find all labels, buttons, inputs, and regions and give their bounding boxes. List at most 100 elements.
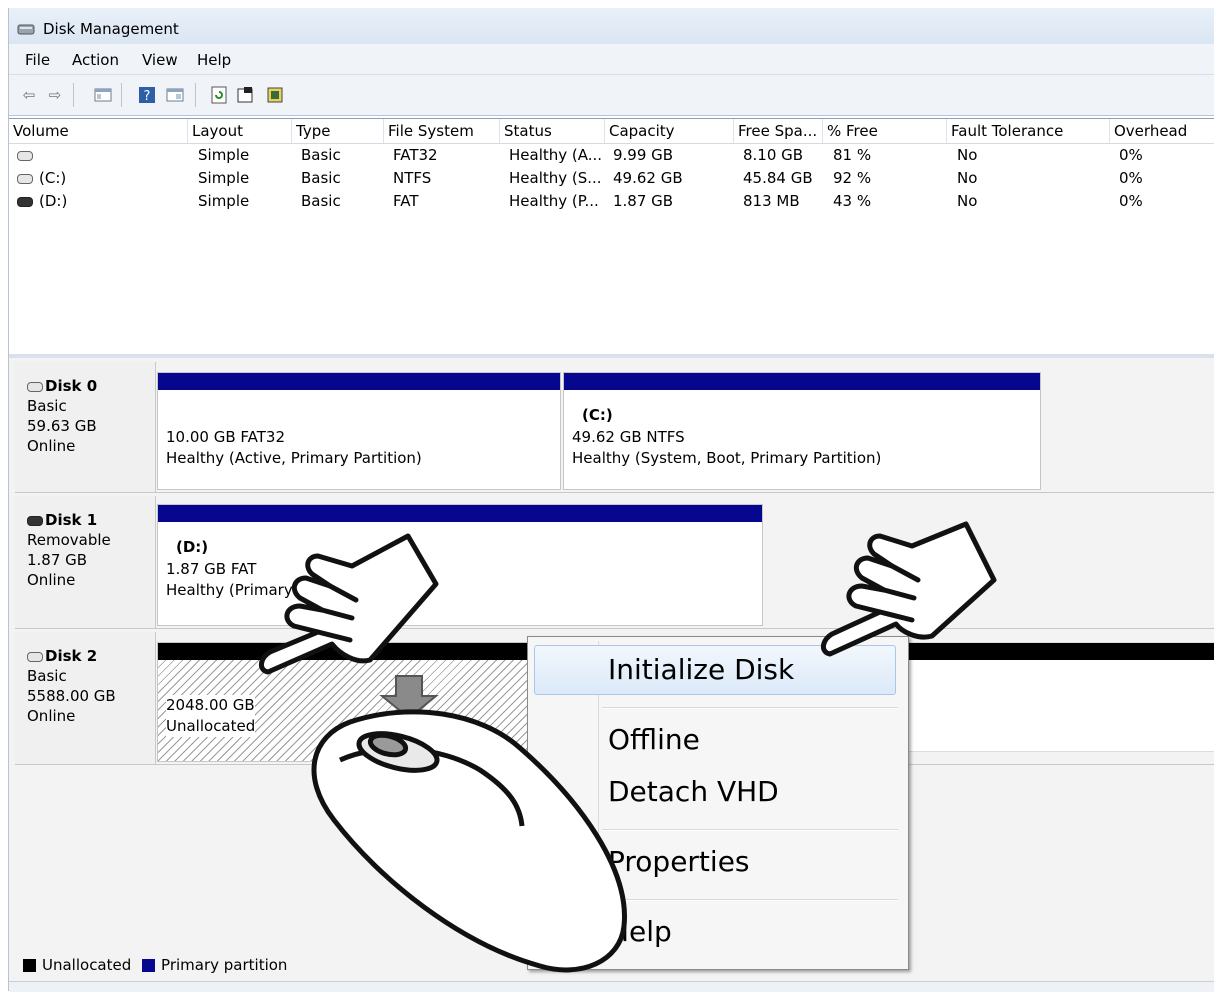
pct-free-cell: 92 %	[833, 169, 872, 187]
help-icon[interactable]: ?	[137, 85, 157, 105]
drive-icon	[17, 150, 33, 161]
col-fault-tolerance[interactable]: Fault Tolerance	[947, 119, 1110, 143]
layout-cell: Simple	[198, 169, 250, 187]
disk-2-kind: Basic	[27, 667, 67, 685]
disk-2-size: 5588.00 GB	[27, 687, 116, 705]
disk-1-name: Disk 1	[15, 496, 155, 530]
console-tree-icon[interactable]	[93, 85, 113, 105]
partition-disk1-d[interactable]: (D:) 1.87 GB FAT Healthy (Primary P	[157, 504, 763, 626]
drive-icon	[17, 173, 33, 184]
primary-swatch	[142, 959, 156, 972]
menu-file[interactable]: File	[25, 51, 50, 69]
volume-cell: (C:)	[17, 167, 66, 190]
disk-1-row: Disk 1 Removable 1.87 GB Online (D:) 1.8…	[15, 496, 1214, 629]
fs-cell: FAT	[393, 192, 419, 210]
partition-disk0-fat32[interactable]: 10.00 GB FAT32 Healthy (Active, Primary …	[157, 372, 561, 490]
snap-in-icon[interactable]	[265, 85, 285, 105]
partition-status: Unallocated	[166, 716, 256, 737]
menu-item-detach-vhd[interactable]: Detach VHD	[608, 775, 779, 808]
disk-0-info[interactable]: Disk 0 Basic 59.63 GB Online	[15, 362, 156, 492]
toolbar: ⇦ ⇨ ?	[9, 75, 1214, 116]
partition-disk0-c[interactable]: (C:) 49.62 GB NTFS Healthy (System, Boot…	[563, 372, 1041, 490]
disk-icon	[27, 381, 43, 392]
table-row[interactable]: Simple Basic FAT32 Healthy (A... 9.99 GB…	[9, 144, 1214, 167]
menu-help[interactable]: Help	[197, 51, 231, 69]
capacity-cell: 49.62 GB	[613, 169, 683, 187]
partition-disk2-unallocated[interactable]: 2048.00 GB Unallocated	[157, 642, 529, 762]
type-cell: Basic	[301, 169, 341, 187]
volume-cell	[17, 144, 39, 167]
col-capacity[interactable]: Capacity	[605, 119, 734, 143]
col-status[interactable]: Status	[500, 119, 605, 143]
disk-0-kind: Basic	[27, 397, 67, 415]
fault-cell: No	[957, 192, 978, 210]
menu-view[interactable]: View	[142, 51, 178, 69]
disk-management-app-icon	[17, 24, 35, 35]
show-pane-icon[interactable]	[165, 85, 185, 105]
volume-cell: (D:)	[17, 190, 67, 213]
overhead-cell: 0%	[1119, 169, 1143, 187]
title-bar: Disk Management	[9, 8, 1214, 44]
layout-cell: Simple	[198, 192, 250, 210]
col-file-system[interactable]: File System	[384, 119, 500, 143]
overhead-cell: 0%	[1119, 192, 1143, 210]
col-percent-free[interactable]: % Free	[823, 119, 947, 143]
pct-free-cell: 43 %	[833, 192, 872, 210]
primary-partition-bar	[564, 373, 1040, 390]
disk-0-state: Online	[27, 437, 76, 455]
status-cell: Healthy (P...	[509, 192, 599, 210]
status-bar	[9, 981, 1214, 992]
free-cell: 45.84 GB	[743, 169, 813, 187]
col-type[interactable]: Type	[292, 119, 384, 143]
menu-action[interactable]: Action	[72, 51, 119, 69]
disk-2-state: Online	[27, 707, 76, 725]
legend: Unallocated Primary partition	[23, 956, 287, 974]
disk-2-info[interactable]: Disk 2 Basic 5588.00 GB Online	[15, 632, 156, 764]
fs-cell: FAT32	[393, 146, 438, 164]
col-layout[interactable]: Layout	[188, 119, 292, 143]
menu-item-properties[interactable]: Properties	[608, 845, 750, 878]
disk-0-size: 59.63 GB	[27, 417, 97, 435]
unallocated-swatch	[23, 959, 36, 972]
partition-status: Healthy (Active, Primary Partition)	[166, 449, 422, 467]
col-overhead[interactable]: Overhead	[1110, 119, 1214, 143]
type-cell: Basic	[301, 146, 341, 164]
partition-status: Healthy (Primary P	[166, 581, 307, 599]
volume-list: Volume Layout Type File System Status Ca…	[9, 118, 1214, 357]
properties-icon[interactable]	[235, 85, 255, 105]
partition-size: 10.00 GB FAT32	[166, 428, 285, 446]
refresh-icon[interactable]	[209, 85, 229, 105]
svg-text:?: ?	[144, 89, 151, 104]
overhead-cell: 0%	[1119, 146, 1143, 164]
legend-primary: Primary partition	[161, 956, 288, 974]
removable-disk-icon	[27, 515, 43, 526]
table-row[interactable]: (C:) Simple Basic NTFS Healthy (S... 49.…	[9, 167, 1214, 190]
forward-arrow-icon[interactable]: ⇨	[45, 85, 65, 105]
fault-cell: No	[957, 146, 978, 164]
disk-2-name: Disk 2	[15, 632, 155, 666]
capacity-cell: 1.87 GB	[613, 192, 674, 210]
primary-partition-bar	[158, 505, 762, 522]
col-free-space[interactable]: Free Spa...	[734, 119, 823, 143]
pct-free-cell: 81 %	[833, 146, 872, 164]
free-cell: 8.10 GB	[743, 146, 804, 164]
partition-status: Healthy (System, Boot, Primary Partition…	[572, 449, 882, 467]
status-cell: Healthy (A...	[509, 146, 603, 164]
menu-item-initialize-disk[interactable]: Initialize Disk	[608, 653, 794, 686]
primary-partition-bar	[158, 373, 560, 390]
status-cell: Healthy (S...	[509, 169, 602, 187]
disk-1-kind: Removable	[27, 531, 111, 549]
menu-item-offline[interactable]: Offline	[608, 723, 700, 756]
disk-1-info[interactable]: Disk 1 Removable 1.87 GB Online	[15, 496, 156, 628]
partition-label: (C:)	[582, 406, 613, 424]
back-arrow-icon[interactable]: ⇦	[19, 85, 39, 105]
menu-item-help[interactable]: Help	[608, 915, 672, 948]
fs-cell: NTFS	[393, 169, 432, 187]
menu-bar: File Action View Help	[9, 44, 1214, 75]
col-volume[interactable]: Volume	[9, 119, 188, 143]
disk-1-state: Online	[27, 571, 76, 589]
free-cell: 813 MB	[743, 192, 800, 210]
layout-cell: Simple	[198, 146, 250, 164]
window-title: Disk Management	[43, 20, 179, 38]
table-row[interactable]: (D:) Simple Basic FAT Healthy (P... 1.87…	[9, 190, 1214, 213]
